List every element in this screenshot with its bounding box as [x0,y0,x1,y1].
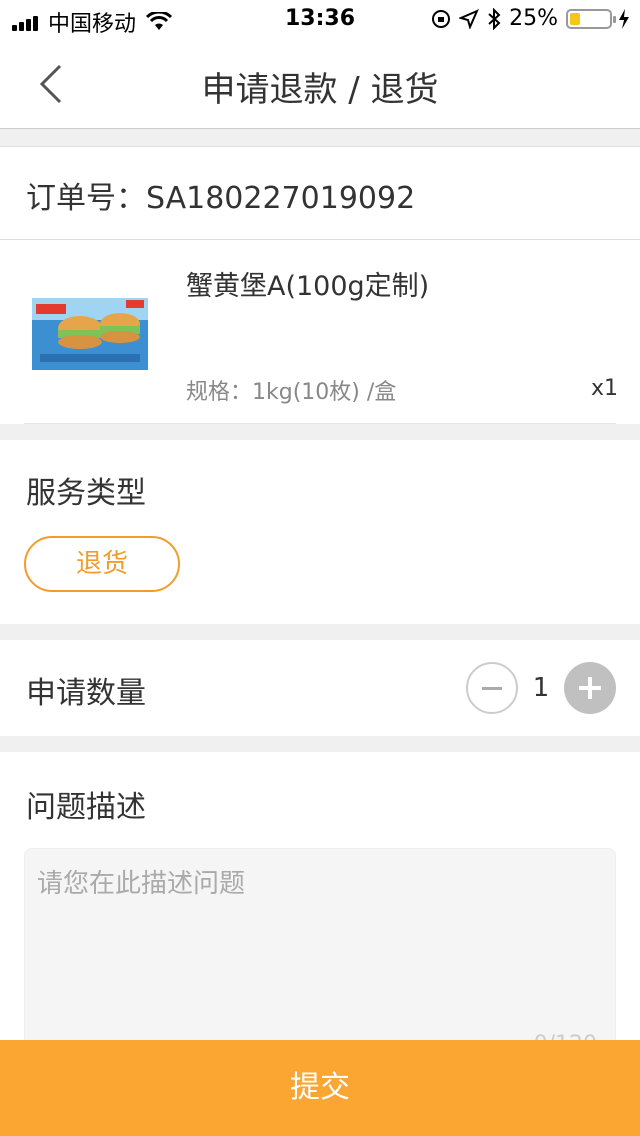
product-image [32,298,148,370]
bluetooth-icon [488,7,501,30]
status-bar: 中国移动 13:36 25% [0,0,640,40]
description-input[interactable]: 请您在此描述问题 0/120 [24,848,616,1057]
order-number-value: SA180227019092 [146,181,416,216]
battery-icon [566,8,616,29]
service-type-title: 服务类型 [26,476,146,511]
status-right: 25% [431,6,630,31]
order-number-row: 订单号：SA180227019092 [26,173,415,217]
order-number-label: 订单号： [26,181,146,216]
service-type-section: 服务类型 退货 [0,440,640,624]
order-section: 订单号：SA180227019092 [0,146,640,240]
charging-icon [619,8,629,29]
decrease-button[interactable] [466,662,518,714]
divider [24,423,616,424]
product-quantity: x1 [590,376,618,401]
increase-button[interactable] [564,662,616,714]
submit-button[interactable]: 提交 [0,1040,640,1136]
location-icon [459,8,480,29]
product-name: 蟹黄堡A(100g定制) [186,271,430,302]
description-placeholder: 请您在此描述问题 [37,869,246,899]
quantity-value: 1 [532,673,550,703]
quantity-title: 申请数量 [26,676,146,711]
service-option-return[interactable]: 退货 [24,536,180,592]
lock-rotation-icon [432,9,451,28]
quantity-stepper: 1 [466,662,616,714]
quantity-section: 申请数量 1 [0,640,640,736]
navigation-bar: 申请退款 / 退货 [0,40,640,129]
product-spec: 规格：1kg(10枚) /盒 [186,380,397,405]
battery-percent: 25% [509,6,558,31]
page-title: 申请退款 / 退货 [201,70,439,110]
description-title: 问题描述 [26,790,146,825]
